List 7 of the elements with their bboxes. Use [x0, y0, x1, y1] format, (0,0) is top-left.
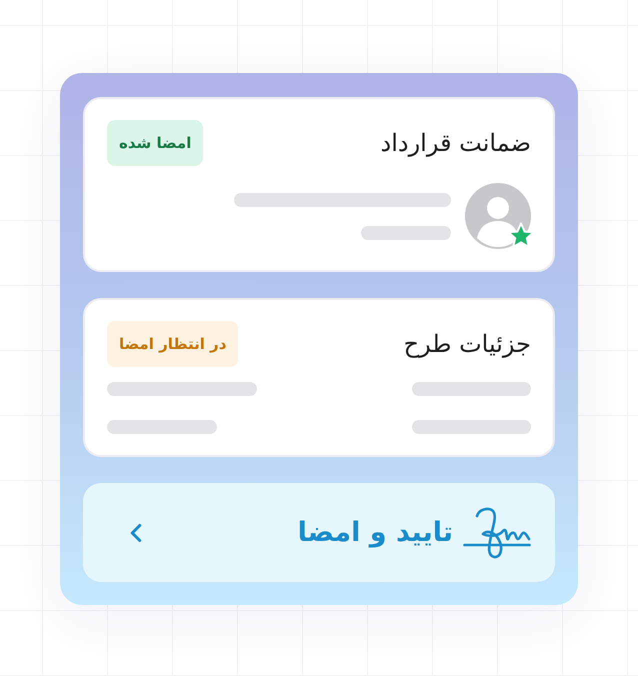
card-title: ضمانت قرارداد	[380, 129, 531, 157]
card-title: جزئیات طرح	[404, 330, 531, 358]
status-badge: امضا شده	[107, 120, 204, 166]
sign-button[interactable]: تایید و امضا	[83, 483, 555, 582]
signature-icon	[463, 506, 531, 559]
avatar-icon	[465, 183, 531, 249]
status-badge: در انتظار امضا	[107, 321, 238, 367]
